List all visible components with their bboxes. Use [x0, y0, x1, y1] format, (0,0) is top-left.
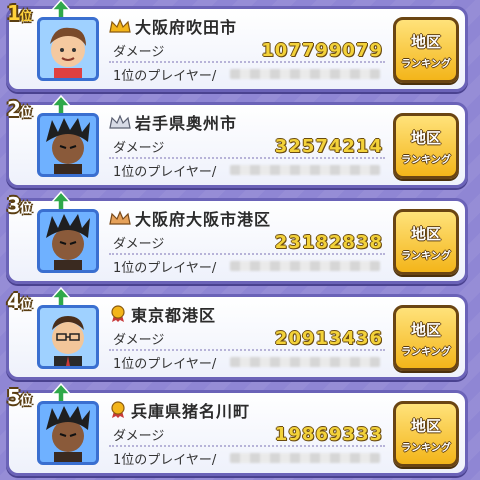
avatar[interactable]	[37, 113, 99, 177]
rank-number: 1位	[7, 1, 32, 25]
city-name: 岩手県奥州市	[135, 114, 238, 133]
rank-number: 4位	[7, 289, 32, 313]
top-player-label: 1位のプレイヤー/	[113, 260, 217, 276]
player-name-blurred	[230, 69, 381, 79]
damage-label: ダメージ	[113, 236, 165, 252]
player-name-blurred	[230, 165, 381, 175]
region-ranking-button[interactable]: 地区 ランキング	[393, 305, 459, 371]
up-arrow-icon	[51, 287, 71, 307]
damage-value: 19869333	[274, 423, 383, 445]
region-ranking-button[interactable]: 地区 ランキング	[393, 17, 459, 83]
damage-value: 32574214	[274, 135, 383, 157]
ranking-entry: 5位 兵庫県猪名川町 ダメージ 19869333 1位のプレイヤー/ 地区 ラン…	[6, 383, 468, 476]
region-ranking-button[interactable]: 地区 ランキング	[393, 209, 459, 275]
top-player-label: 1位のプレイヤー/	[113, 164, 217, 180]
up-arrow-icon	[51, 191, 71, 211]
ranking-entry: 1位 大阪府吹田市 ダメージ 107799079 1位のプレイヤー/ 地区 ラン…	[6, 0, 468, 92]
damage-label: ダメージ	[113, 428, 165, 444]
city-name: 大阪府吹田市	[135, 18, 238, 37]
avatar[interactable]	[37, 401, 99, 465]
player-name-blurred	[230, 261, 381, 271]
rank-number: 2位	[7, 97, 32, 121]
crown-gold-icon	[109, 18, 131, 33]
ribbon-medal-icon	[111, 401, 125, 418]
damage-value: 20913436	[274, 327, 383, 349]
avatar[interactable]	[37, 17, 99, 81]
avatar[interactable]	[37, 209, 99, 273]
up-arrow-icon	[51, 95, 71, 115]
avatar[interactable]	[37, 305, 99, 369]
up-arrow-icon	[51, 383, 71, 403]
top-player-label: 1位のプレイヤー/	[113, 356, 217, 372]
ribbon-medal-icon	[111, 305, 125, 322]
damage-label: ダメージ	[113, 140, 165, 156]
ranking-entry: 4位 東京都港区 ダメージ 20913436 1位のプレイヤー/ 地区 ランキン…	[6, 287, 468, 380]
city-name: 東京都港区	[131, 306, 217, 325]
player-name-blurred	[230, 357, 381, 367]
crown-silver-icon	[109, 114, 131, 129]
ranking-entry: 3位 大阪府大阪市港区 ダメージ 23182838 1位のプレイヤー/ 地区 ラ…	[6, 191, 468, 284]
crown-bronze-icon	[109, 210, 131, 225]
region-ranking-button[interactable]: 地区 ランキング	[393, 113, 459, 179]
rank-number: 5位	[7, 385, 32, 409]
city-name: 大阪府大阪市港区	[135, 210, 272, 229]
top-player-label: 1位のプレイヤー/	[113, 68, 217, 84]
ranking-entry: 2位 岩手県奥州市 ダメージ 32574214 1位のプレイヤー/ 地区 ランキ…	[6, 95, 468, 188]
top-player-label: 1位のプレイヤー/	[113, 452, 217, 468]
damage-label: ダメージ	[113, 44, 165, 60]
ranking-list: 1位 大阪府吹田市 ダメージ 107799079 1位のプレイヤー/ 地区 ラン…	[0, 0, 480, 480]
damage-label: ダメージ	[113, 332, 165, 348]
rank-number: 3位	[7, 193, 32, 217]
damage-value: 107799079	[261, 39, 383, 61]
region-ranking-button[interactable]: 地区 ランキング	[393, 401, 459, 467]
city-name: 兵庫県猪名川町	[131, 402, 251, 421]
damage-value: 23182838	[274, 231, 383, 253]
player-name-blurred	[230, 453, 381, 463]
